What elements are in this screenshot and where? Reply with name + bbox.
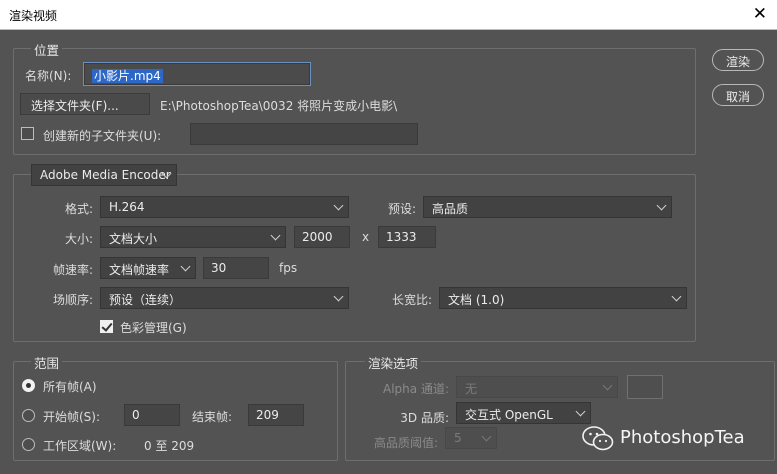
fps-unit: fps	[279, 261, 298, 275]
preset-select[interactable]: 高品质	[423, 196, 672, 218]
render-button[interactable]: 渲染	[712, 49, 764, 71]
start-frame-radio[interactable]	[22, 409, 35, 422]
format-value: H.264	[109, 200, 145, 214]
alpha-color-swatch[interactable]	[627, 375, 663, 399]
chevron-down-icon	[656, 200, 667, 211]
encoder-select[interactable]: Adobe Media Encoder	[31, 164, 177, 186]
aspect-label: 长宽比:	[391, 293, 432, 307]
chevron-down-icon	[602, 380, 613, 391]
framerate-label: 帧速率:	[52, 263, 93, 277]
name-field[interactable]: 小影片.mp4	[84, 63, 310, 85]
aspect-value: 文档 (1.0)	[448, 293, 505, 307]
title-bar: 渲染视频 ✕	[0, 0, 777, 30]
format-select[interactable]: H.264	[100, 196, 349, 218]
start-frame-label: 开始帧(S):	[43, 410, 101, 424]
watermark-text: PhotoshopTea	[620, 427, 745, 448]
end-frame-label: 结束帧:	[192, 410, 233, 424]
chevron-down-icon	[333, 200, 344, 211]
subfolder-label: 创建新的子文件夹(U):	[43, 129, 162, 143]
threshold-label: 高品质阈值:	[373, 436, 438, 450]
quality-label: 3D 品质:	[400, 411, 449, 425]
preset-label: 预设:	[387, 202, 416, 216]
watermark: PhotoshopTea	[582, 423, 772, 455]
all-frames-label: 所有帧(A)	[43, 380, 97, 394]
size-select[interactable]: 文档大小	[100, 226, 286, 248]
close-icon[interactable]: ✕	[753, 4, 767, 24]
size-separator: x	[362, 230, 370, 244]
color-management-label: 色彩管理(G)	[120, 321, 187, 335]
threshold-select[interactable]: 5	[445, 427, 497, 449]
name-value: 小影片.mp4	[92, 69, 163, 83]
cancel-button[interactable]: 取消	[712, 84, 764, 106]
range-legend: 范围	[31, 353, 63, 372]
framerate-select[interactable]: 文档帧速率	[100, 257, 196, 279]
subfolder-field[interactable]	[190, 123, 418, 145]
preset-value: 高品质	[432, 202, 469, 216]
alpha-select[interactable]: 无	[456, 376, 618, 398]
work-area-label: 工作区域(W):	[43, 439, 117, 453]
work-area-value: 0 至 209	[144, 439, 195, 453]
field-order-label: 场顺序:	[52, 293, 93, 307]
chevron-down-icon	[180, 261, 191, 272]
subfolder-checkbox[interactable]	[21, 127, 34, 140]
height-field[interactable]: 1333	[378, 226, 436, 248]
field-order-select[interactable]: 预设（连续）	[100, 287, 349, 309]
work-area-radio[interactable]	[22, 438, 35, 451]
chevron-down-icon	[575, 406, 586, 417]
end-frame-field[interactable]: 209	[248, 404, 304, 426]
wechat-icon	[582, 426, 614, 451]
folder-path: E:\PhotoshopTea\0032 将照片变成小电影\	[160, 99, 398, 113]
size-label: 大小:	[64, 232, 93, 246]
chevron-down-icon	[671, 291, 682, 302]
encoder-value: Adobe Media Encoder	[40, 168, 171, 182]
name-label: 名称(N):	[25, 69, 72, 83]
alpha-value: 无	[465, 382, 478, 396]
field-order-value: 预设（连续）	[109, 293, 182, 307]
width-field[interactable]: 2000	[294, 226, 350, 248]
all-frames-radio[interactable]	[22, 379, 35, 392]
aspect-select[interactable]: 文档 (1.0)	[439, 287, 687, 309]
format-label: 格式:	[64, 202, 93, 216]
quality-value: 交互式 OpenGL	[465, 408, 553, 422]
threshold-value: 5	[454, 431, 462, 445]
color-management-checkbox[interactable]	[100, 320, 113, 333]
size-value: 文档大小	[109, 232, 158, 246]
start-frame-field[interactable]: 0	[124, 404, 180, 426]
alpha-label: Alpha 通道:	[383, 382, 449, 396]
quality-select[interactable]: 交互式 OpenGL	[456, 402, 591, 424]
framerate-value: 文档帧速率	[109, 263, 170, 277]
chevron-down-icon	[333, 291, 344, 302]
fps-field[interactable]: 30	[203, 257, 269, 279]
render-options-legend: 渲染选项	[365, 353, 422, 372]
window-title: 渲染视频	[9, 9, 58, 23]
chevron-down-icon	[270, 230, 281, 241]
location-legend: 位置	[31, 40, 63, 59]
chevron-down-icon	[481, 431, 492, 442]
choose-folder-button[interactable]: 选择文件夹(F)...	[20, 93, 150, 115]
